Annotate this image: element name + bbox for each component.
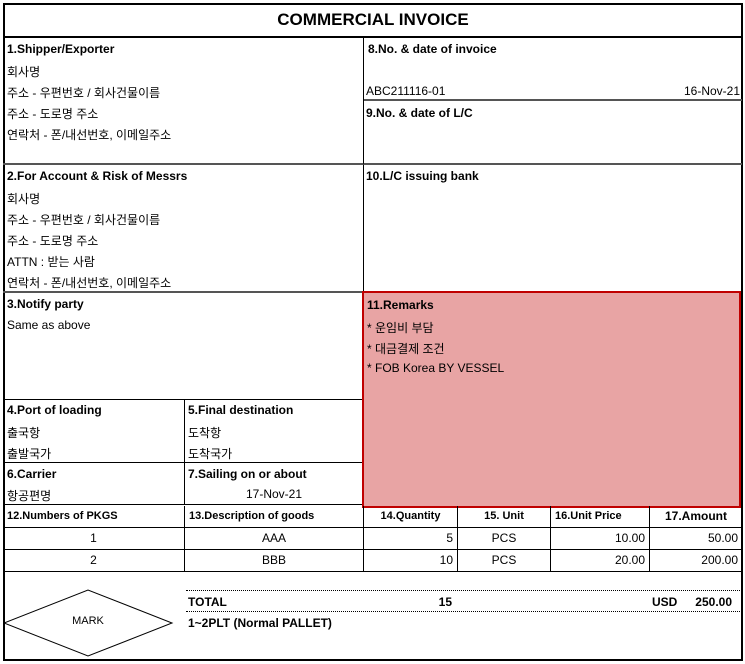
row-description: AAA: [185, 528, 364, 550]
notify-value: Same as above: [7, 318, 91, 332]
commercial-invoice: COMMERCIAL INVOICE 1.Shipper/Exporter 회사…: [0, 0, 745, 664]
lc-label: 9.No. & date of L/C: [366, 106, 473, 120]
header-description: 13.Description of goods: [185, 506, 364, 528]
dotted-divider: [186, 590, 740, 591]
total-amount: 250.00: [695, 595, 732, 609]
row-unit-price: 20.00: [551, 550, 650, 572]
destination-line: 도착국가: [188, 447, 233, 461]
row-amount: 200.00: [650, 550, 742, 572]
invoice-date: 16-Nov-21: [683, 84, 740, 98]
total-currency: USD: [652, 595, 678, 609]
row-unit: PCS: [458, 528, 551, 550]
carrier-label: 6.Carrier: [7, 467, 57, 481]
sailing-label: 7.Sailing on or about: [188, 467, 307, 481]
lc-section: 9.No. & date of L/C: [364, 101, 742, 165]
port-line: 출국항: [7, 426, 41, 440]
account-section: 2.For Account & Risk of Messrs 회사명 주소 - …: [3, 165, 364, 293]
header-unit-price: 16.Unit Price: [551, 506, 650, 528]
shipper-line: 주소 - 도로명 주소: [7, 107, 99, 121]
remarks-line: * FOB Korea BY VESSEL: [367, 361, 505, 375]
row-amount: 50.00: [650, 528, 742, 550]
shipper-section: 1.Shipper/Exporter 회사명 주소 - 우편번호 / 회사건물이…: [3, 38, 364, 165]
mark-label: MARK: [72, 615, 104, 627]
header-unit: 15. Unit: [458, 506, 551, 528]
packing-info: 1~2PLT (Normal PALLET): [188, 616, 332, 630]
port-label: 4.Port of loading: [7, 403, 102, 417]
destination-line: 도착항: [188, 426, 222, 440]
row-quantity: 5: [364, 528, 458, 550]
notify-label: 3.Notify party: [7, 297, 84, 311]
total-label: TOTAL: [188, 595, 227, 609]
bank-label: 10.L/C issuing bank: [366, 169, 479, 183]
header-quantity: 14.Quantity: [364, 506, 458, 528]
row-unit-price: 10.00: [551, 528, 650, 550]
port-line: 출발국가: [7, 447, 52, 461]
invoice-number-label: 8.No. & date of invoice: [368, 42, 497, 56]
remarks-line: * 운임비 부담: [367, 321, 434, 335]
shipper-line: 연락처 - 폰/내선번호, 이메일주소: [7, 128, 172, 142]
row-description: BBB: [185, 550, 364, 572]
header-amount: 17.Amount: [650, 506, 742, 528]
total-quantity: 15: [438, 595, 452, 609]
destination-label: 5.Final destination: [188, 403, 294, 417]
remarks-label: 11.Remarks: [367, 298, 434, 312]
invoice-number-section: 8.No. & date of invoice ABC211116-01 16-…: [364, 38, 742, 101]
port-section: 4.Port of loading 출국항 출발국가: [3, 400, 185, 463]
account-line: 회사명: [7, 192, 41, 206]
row-pkg: 2: [3, 550, 185, 572]
shipper-label: 1.Shipper/Exporter: [7, 42, 115, 56]
notify-section: 3.Notify party Same as above: [3, 293, 364, 400]
account-line: ATTN : 받는 사람: [7, 255, 95, 269]
destination-section: 5.Final destination 도착항 도착국가: [185, 400, 364, 463]
sailing-value: 17-Nov-21: [245, 487, 303, 501]
row-unit: PCS: [458, 550, 551, 572]
invoice-title: COMMERCIAL INVOICE: [3, 3, 743, 38]
dotted-divider: [186, 611, 740, 612]
carrier-value: 항공편명: [7, 489, 52, 503]
invoice-number: ABC211116-01: [366, 84, 446, 98]
bank-section: 10.L/C issuing bank: [364, 165, 742, 293]
remarks-section: 11.Remarks * 운임비 부담 * 대금결제 조건 * FOB Kore…: [362, 291, 741, 508]
account-line: 주소 - 도로명 주소: [7, 234, 99, 248]
account-line: 연락처 - 폰/내선번호, 이메일주소: [7, 276, 172, 290]
shipper-line: 회사명: [7, 65, 41, 79]
sailing-section: 7.Sailing on or about 17-Nov-21: [185, 463, 364, 505]
shipper-line: 주소 - 우편번호 / 회사건물이름: [7, 86, 161, 100]
remarks-line: * 대금결제 조건: [367, 342, 445, 356]
account-line: 주소 - 우편번호 / 회사건물이름: [7, 213, 161, 227]
row-quantity: 10: [364, 550, 458, 572]
header-pkgs: 12.Numbers of PKGS: [3, 506, 185, 528]
row-pkg: 1: [3, 528, 185, 550]
account-label: 2.For Account & Risk of Messrs: [7, 169, 188, 183]
carrier-section: 6.Carrier 항공편명: [3, 463, 185, 505]
